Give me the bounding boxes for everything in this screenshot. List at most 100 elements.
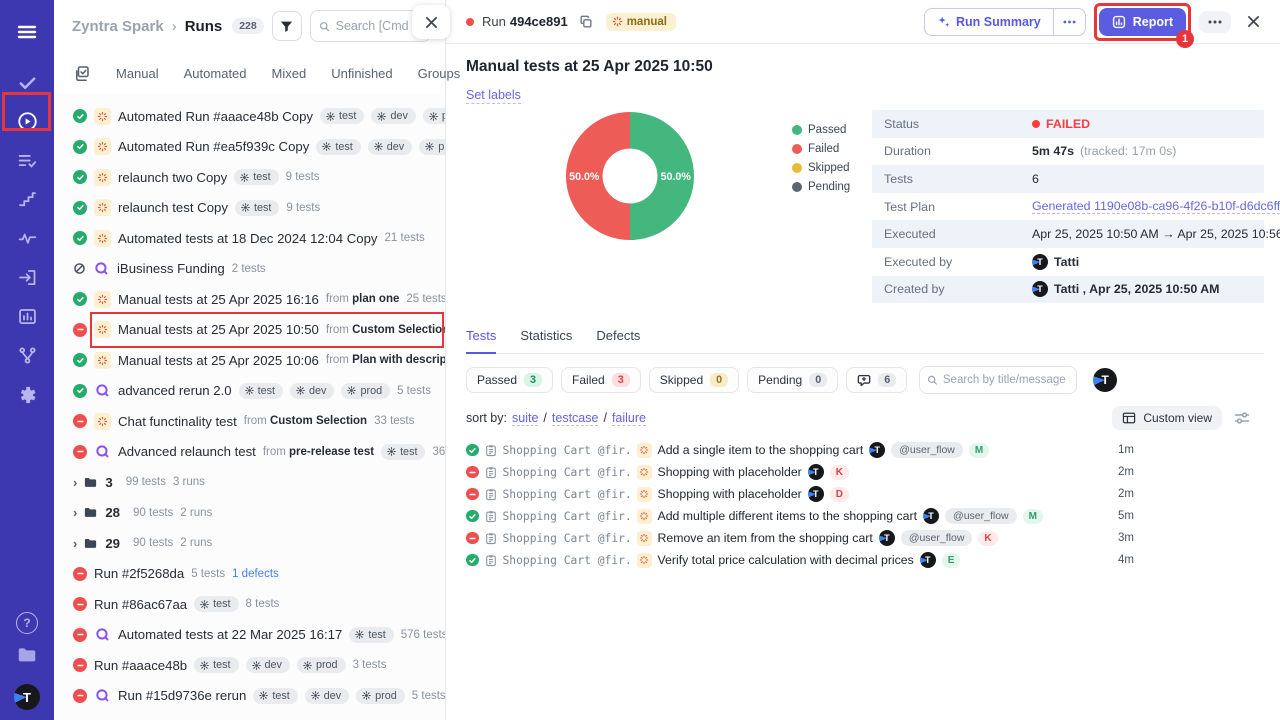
sidebar-item-settings[interactable] [0,375,54,414]
run-row[interactable]: Automated Run #aaace48b Copytestdevprod [54,101,445,132]
run-row[interactable]: relaunch two Copytest9 tests [54,162,445,193]
test-row[interactable]: Shopping Cart @fir...Verify total price … [466,549,1264,571]
sliders-icon[interactable] [1234,411,1250,425]
run-row[interactable]: Chat functinality testfrom Custom Select… [54,406,445,437]
manual-run-icon [637,531,652,546]
run-row[interactable]: Run #15d9736e reruntestdevprod5 tests [54,681,445,712]
run-group-row[interactable]: ›2990 tests2 runs [54,528,445,559]
copy-run-id-button[interactable] [579,15,593,29]
filter-count: 3 [524,373,542,387]
run-row[interactable]: Run #2f5268da5 tests1 defects [54,559,445,590]
detail-tab-statistics[interactable]: Statistics [520,328,572,353]
run-row[interactable]: Manual tests at 25 Apr 2025 10:50from Cu… [54,315,445,346]
run-row[interactable]: Manual tests at 25 Apr 2025 10:06from Pl… [54,345,445,376]
assignee-avatar[interactable]: T [1093,368,1117,392]
avatar: T [808,486,824,502]
funnel-icon [279,19,294,34]
detail-tab-tests[interactable]: Tests [466,328,496,354]
folder-icon [83,536,98,551]
run-summary-more-button[interactable] [1053,9,1085,35]
sort-link-suite[interactable]: suite [512,411,538,426]
chevron-right-icon[interactable]: › [73,505,77,520]
manual-run-icon [94,413,111,430]
run-summary-button[interactable]: Run Summary [924,8,1086,36]
test-plan-link[interactable]: Generated 1190e08b-ca96-4f26-b10f-d6dc6f… [1032,199,1280,214]
filter-chip-passed[interactable]: Passed3 [466,367,553,393]
sidebar-item-milestones[interactable] [0,180,54,219]
runs-tab-manual[interactable]: Manual [116,66,159,81]
runs-tab-unfinished[interactable]: Unfinished [331,66,392,81]
failed-status-icon [73,597,87,611]
more-actions-button[interactable] [1199,11,1231,33]
avatar: T [920,552,936,568]
run-actions: Run Summary Report 1 [924,3,1264,41]
runs-tab-groups[interactable]: Groups [418,66,461,81]
test-row[interactable]: Shopping Cart @fir...Shopping with place… [466,461,1264,483]
detail-row-status: StatusFAILED [872,110,1264,138]
test-search-input[interactable] [943,374,1069,386]
run-row[interactable]: Automated Run #ea5f939c Copytestdevprod [54,132,445,163]
test-row[interactable]: Shopping Cart @fir...Add multiple differ… [466,505,1264,527]
comments-count: 6 [878,373,896,387]
runs-search-input[interactable] [336,19,422,33]
runs-panel-header: Zyntra Spark › Runs 228 [54,0,445,50]
test-row[interactable]: Shopping Cart @fir...Remove an item from… [466,527,1264,549]
run-title: iBusiness Funding [117,261,225,276]
run-row[interactable]: relaunch test Copytest9 tests [54,193,445,224]
svg-text:50.0%: 50.0% [661,171,692,183]
runs-tab-mixed[interactable]: Mixed [272,66,307,81]
user-avatar[interactable]: T [14,684,40,710]
copy-icon [579,15,593,29]
folder-icon[interactable] [0,640,54,670]
run-row[interactable]: Run #86ac67aatest8 tests [54,589,445,620]
test-row[interactable]: Shopping Cart @fir...Shopping with place… [466,483,1264,505]
comments-filter-chip[interactable]: 6 [846,367,907,393]
manual-run-icon [94,199,111,216]
select-runs-icon[interactable] [72,64,91,83]
detail-tab-defects[interactable]: Defects [596,328,640,353]
sidebar-item-reports[interactable] [0,297,54,336]
run-group-row[interactable]: ›2890 tests2 runs [54,498,445,529]
set-labels-link[interactable]: Set labels [466,88,521,104]
run-row[interactable]: Automated tests at 18 Dec 2024 12:04 Cop… [54,223,445,254]
close-detail-button[interactable] [1243,11,1264,32]
filter-chip-skipped[interactable]: Skipped0 [649,367,739,393]
chevron-right-icon[interactable]: › [73,536,77,551]
panel-close-button[interactable] [412,5,450,39]
test-search[interactable] [919,366,1077,394]
run-row[interactable]: Run #aaace48btestdevprod3 tests [54,650,445,681]
sidebar-item-shared-steps[interactable] [0,141,54,180]
run-row[interactable]: Automated tests at 22 Mar 2025 16:17test… [54,620,445,651]
comment-plus-icon [857,373,871,387]
filter-button[interactable] [272,11,302,41]
menu-icon[interactable] [0,12,54,51]
automated-run-icon [94,626,111,643]
test-row[interactable]: Shopping Cart @fir...Add a single item t… [466,439,1264,461]
sidebar-item-activity[interactable] [0,219,54,258]
run-row[interactable]: advanced rerun 2.0testdevprod5 tests [54,376,445,407]
run-row[interactable]: Advanced relaunch testfrom pre-release t… [54,437,445,468]
chevron-right-icon[interactable]: › [73,475,77,490]
filter-chip-pending[interactable]: Pending0 [747,367,838,393]
breadcrumb-project[interactable]: Zyntra Spark [72,18,164,35]
sidebar-item-testcases[interactable] [0,63,54,102]
sidebar-item-imports[interactable] [0,258,54,297]
run-row[interactable]: iBusiness Funding2 tests [54,254,445,285]
runs-tab-automated[interactable]: Automated [184,66,247,81]
report-button[interactable]: Report [1099,8,1186,36]
custom-view-button[interactable]: Custom view [1112,406,1222,430]
search-icon [927,374,938,386]
run-defects-link[interactable]: 1 defects [232,568,279,580]
sidebar-item-runs[interactable] [0,102,54,141]
sidebar-item-integrations[interactable] [0,336,54,375]
run-plan-name: plan one [352,293,399,305]
filter-chip-failed[interactable]: Failed3 [561,367,641,393]
ai-sparkle-icon [937,15,950,28]
run-group-row[interactable]: ›399 tests3 runs [54,467,445,498]
sort-link-testcase[interactable]: testcase [552,411,599,426]
sort-link-failure[interactable]: failure [612,411,646,426]
run-row[interactable]: Manual tests at 25 Apr 2025 16:16from pl… [54,284,445,315]
group-title: 3 [105,475,112,490]
help-icon[interactable]: ? [16,612,38,634]
run-tests-count: 3 tests [353,659,387,671]
